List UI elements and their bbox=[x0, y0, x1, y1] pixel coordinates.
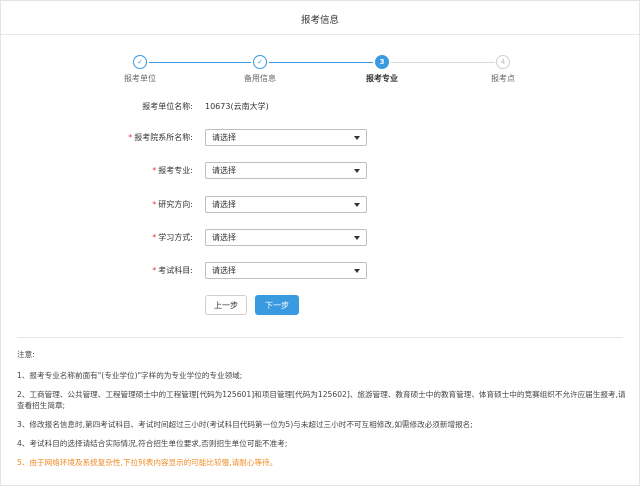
chevron-down-icon bbox=[354, 202, 360, 207]
progress-steps: ✓ 报考单位 ✓ 备用信息 3 报考专业 4 报考点 bbox=[1, 51, 639, 91]
note-item: 3、修改报名信息时,第四考试科目、考试时间超过三小时(考试科目代码第一位为5)与… bbox=[17, 420, 473, 429]
page-title: 报考信息 bbox=[300, 15, 339, 26]
step-label: 报考点 bbox=[491, 74, 515, 83]
unit-value: 10673(云南大学) bbox=[205, 102, 269, 111]
subject-select[interactable]: 请选择 bbox=[205, 262, 367, 279]
subject-label: * 考试科目: bbox=[152, 266, 193, 275]
step-2: ✓ 备用信息 bbox=[230, 55, 290, 84]
divider bbox=[17, 337, 623, 338]
required-mark: * bbox=[152, 233, 157, 242]
major-row: * 报考专业: 请选择 bbox=[1, 162, 639, 180]
step-1: ✓ 报考单位 bbox=[110, 55, 170, 84]
department-row: * 报考院系所名称: 请选择 bbox=[1, 129, 639, 147]
department-label: * 报考院系所名称: bbox=[128, 133, 193, 142]
previous-button[interactable]: 上一步 bbox=[205, 295, 247, 315]
major-label: * 报考专业: bbox=[152, 166, 193, 175]
required-mark: * bbox=[128, 133, 133, 142]
step-3: 3 报考专业 bbox=[352, 55, 412, 84]
note-item: 1、报考专业名称前面有"(专业学位)"字样的为专业学位的专业领域; bbox=[17, 371, 243, 380]
study-mode-label: * 学习方式: bbox=[152, 233, 193, 242]
chevron-down-icon bbox=[354, 135, 360, 140]
step-label: 备用信息 bbox=[244, 74, 276, 83]
next-button[interactable]: 下一步 bbox=[255, 295, 299, 315]
study-mode-select[interactable]: 请选择 bbox=[205, 229, 367, 246]
chevron-down-icon bbox=[354, 268, 360, 273]
required-mark: * bbox=[152, 166, 157, 175]
subject-row: * 考试科目: 请选择 bbox=[1, 262, 639, 280]
note-item-warning: 5、由于网络环境及系统复杂性,下拉列表内容显示的可能比较慢,请耐心等待。 bbox=[17, 458, 278, 467]
step-label: 报考专业 bbox=[366, 74, 398, 83]
step-4: 4 报考点 bbox=[473, 55, 533, 84]
application-frame: 报考信息 ✓ 报考单位 ✓ 备用信息 3 报考专业 4 报考点 报考单位名称: … bbox=[0, 0, 640, 486]
check-icon: ✓ bbox=[133, 55, 147, 69]
select-value: 请选择 bbox=[212, 200, 236, 209]
note-item: 4、考试科目的选择请结合实际情况,符合招生单位要求,否则招生单位可能不准考; bbox=[17, 439, 288, 448]
chevron-down-icon bbox=[354, 168, 360, 173]
step-label: 报考单位 bbox=[124, 74, 156, 83]
select-value: 请选择 bbox=[212, 266, 236, 275]
major-select[interactable]: 请选择 bbox=[205, 162, 367, 179]
unit-row: 报考单位名称: 10673(云南大学) bbox=[1, 98, 639, 116]
direction-select[interactable]: 请选择 bbox=[205, 196, 367, 213]
department-select[interactable]: 请选择 bbox=[205, 129, 367, 146]
select-value: 请选择 bbox=[212, 166, 236, 175]
study-mode-row: * 学习方式: 请选择 bbox=[1, 229, 639, 247]
select-value: 请选择 bbox=[212, 233, 236, 242]
required-mark: * bbox=[152, 200, 157, 209]
check-icon: ✓ bbox=[253, 55, 267, 69]
direction-row: * 研究方向: 请选择 bbox=[1, 196, 639, 214]
select-value: 请选择 bbox=[212, 133, 236, 142]
page-header: 报考信息 bbox=[1, 1, 639, 35]
notes-section: 注意: 1、报考专业名称前面有"(专业学位)"字样的为专业学位的专业领域; 2、… bbox=[17, 349, 627, 476]
step-number: 3 bbox=[375, 55, 389, 69]
direction-label: * 研究方向: bbox=[152, 200, 193, 209]
step-number: 4 bbox=[496, 55, 510, 69]
unit-label: 报考单位名称: bbox=[142, 102, 193, 111]
notes-title: 注意: bbox=[17, 350, 35, 359]
required-mark: * bbox=[152, 266, 157, 275]
chevron-down-icon bbox=[354, 235, 360, 240]
note-item: 2、工商管理、公共管理、工程管理硕士中的工程管理[代码为125601]和项目管理… bbox=[17, 390, 626, 410]
